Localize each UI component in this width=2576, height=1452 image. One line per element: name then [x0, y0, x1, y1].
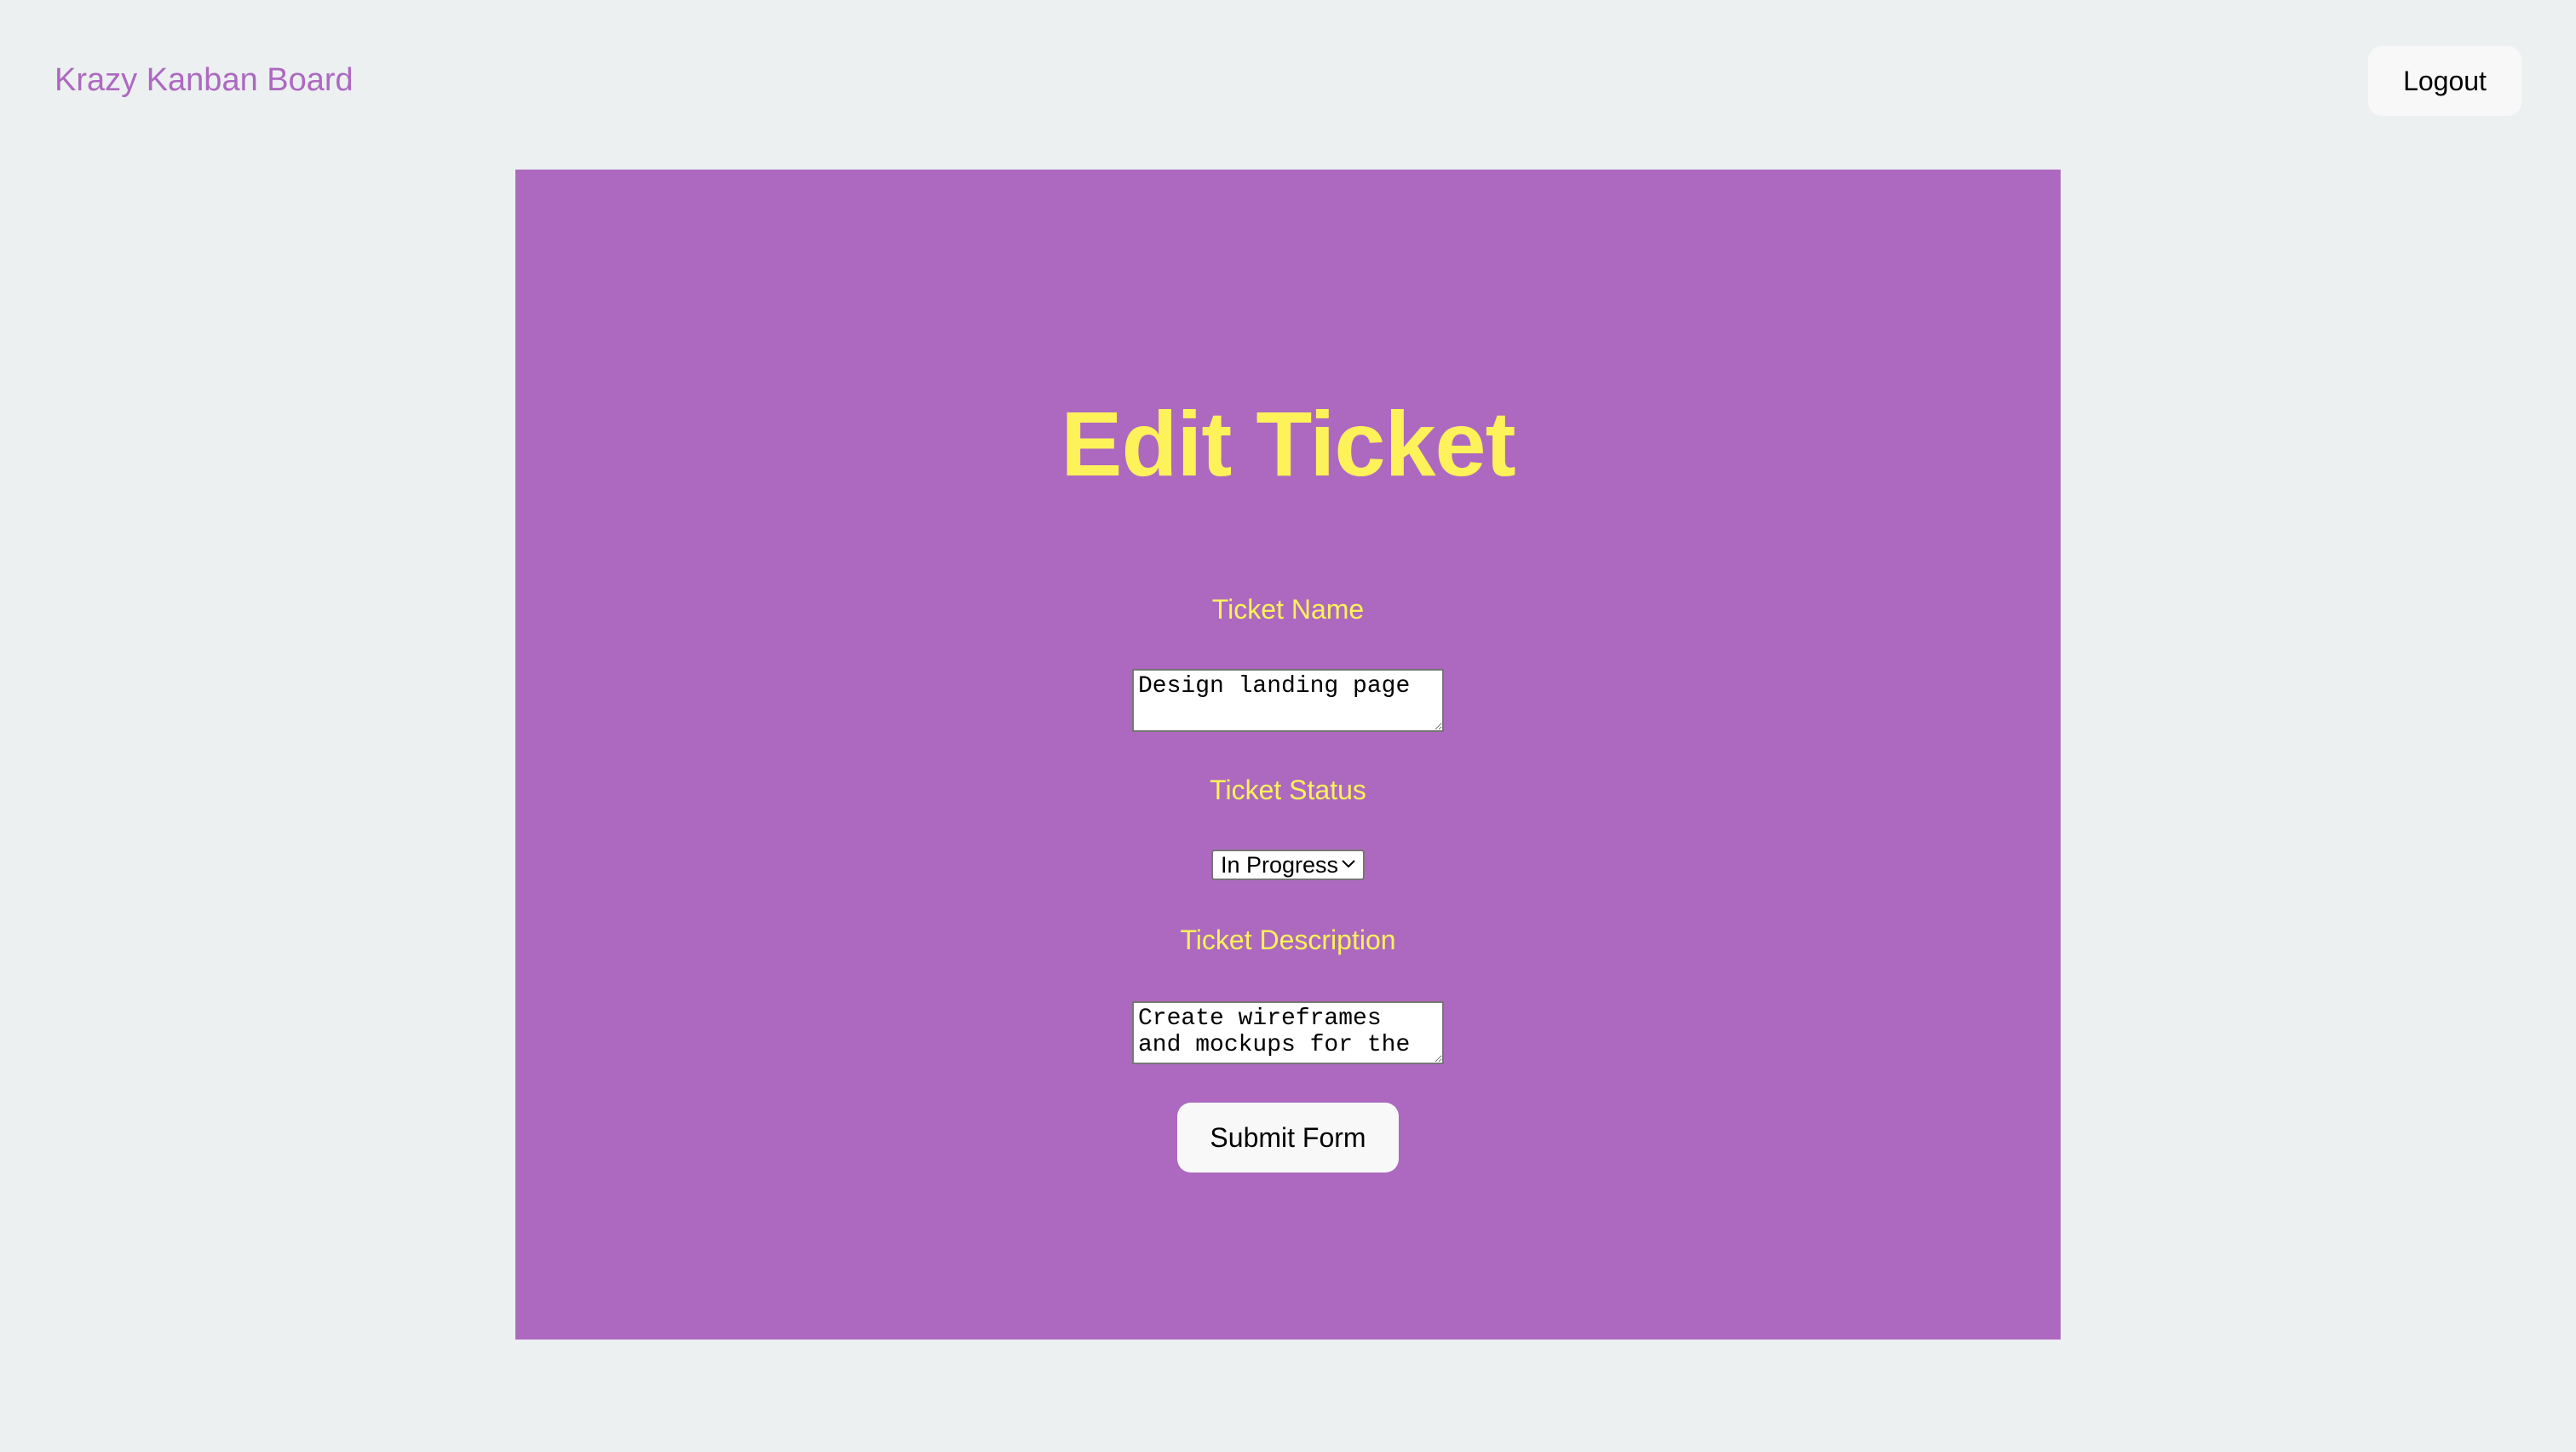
page-title: Edit Ticket	[1061, 392, 1515, 495]
ticket-status-value: In Progress	[1221, 852, 1339, 878]
logout-button[interactable]: Logout	[2368, 46, 2521, 116]
navbar: Krazy Kanban Board Logout	[0, 0, 2576, 162]
ticket-name-input[interactable]: Design landing page	[1132, 669, 1444, 732]
ticket-status-label: Ticket Status	[1210, 775, 1366, 805]
ticket-status-select[interactable]: In Progress	[1211, 850, 1365, 880]
ticket-description-label: Ticket Description	[1180, 925, 1396, 955]
edit-ticket-form: Edit Ticket Ticket Name Design landing p…	[515, 170, 2061, 1340]
submit-form-button[interactable]: Submit Form	[1177, 1103, 1399, 1173]
chevron-down-icon	[1342, 860, 1355, 868]
ticket-description-input[interactable]: Create wireframes and mockups for the	[1132, 1001, 1444, 1064]
ticket-name-label: Ticket Name	[1211, 594, 1365, 625]
brand-link[interactable]: Krazy Kanban Board	[55, 56, 354, 104]
